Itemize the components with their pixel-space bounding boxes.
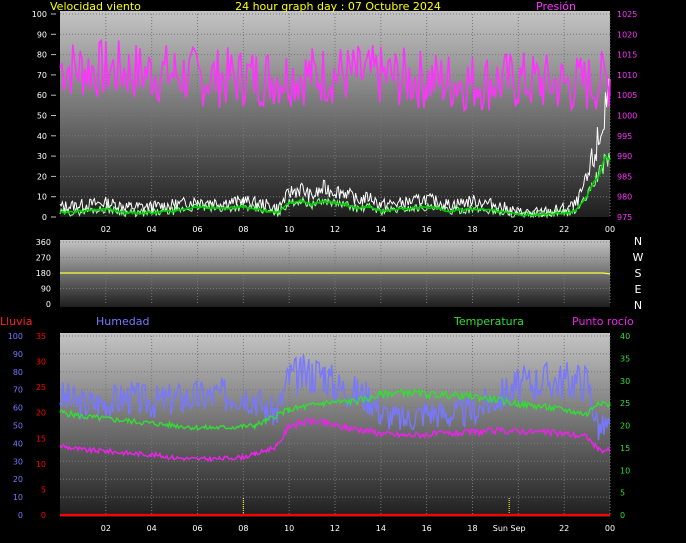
pressure-y-tick: 980 — [617, 193, 632, 202]
temperature-y-tick: 40 — [620, 332, 630, 341]
wind-y-tick: 0 — [42, 213, 47, 222]
temperature-y-tick: 35 — [620, 354, 630, 363]
wind-y-tick: 30 — [37, 152, 47, 161]
climate-x-tick: 22 — [559, 524, 569, 533]
wind-x-tick: 18 — [467, 225, 477, 234]
climate-x-tick: 14 — [376, 524, 386, 533]
wind-x-tick: 08 — [238, 225, 248, 234]
humidity-y-tick: 100 — [8, 332, 23, 341]
wind-x-tick: 00 — [605, 225, 615, 234]
climate-x-tick: 08 — [238, 524, 248, 533]
pressure-y-tick: 1000 — [617, 112, 637, 121]
humidity-y-tick: 30 — [13, 457, 23, 466]
compass-w: W — [633, 251, 644, 264]
climate-x-tick: 16 — [422, 524, 432, 533]
humidity-y-tick: 50 — [13, 422, 23, 431]
climate-x-tick: 04 — [147, 524, 157, 533]
wind-y-tick: 10 — [37, 193, 47, 202]
wind-speed-label: Velocidad viento — [50, 0, 141, 13]
wind-y-tick: 40 — [37, 132, 47, 141]
pressure-y-tick: 1005 — [617, 91, 637, 100]
wind-y-tick: 50 — [37, 112, 47, 121]
rain-label: Lluvia — [0, 315, 32, 328]
wind-x-tick: 14 — [376, 225, 386, 234]
temperature-y-tick: 15 — [620, 444, 630, 453]
direction-y-tick: 0 — [46, 300, 51, 309]
direction-y-tick: 180 — [36, 269, 51, 278]
wind-x-tick: 12 — [330, 225, 340, 234]
pressure-y-tick: 1020 — [617, 30, 637, 39]
wind-x-tick: 02 — [101, 225, 111, 234]
rain-y-tick: 35 — [36, 332, 46, 341]
humidity-y-tick: 0 — [18, 511, 23, 520]
pressure-y-tick: 985 — [617, 172, 632, 181]
temperature-y-tick: 10 — [620, 466, 630, 475]
temperature-y-tick: 20 — [620, 422, 630, 431]
rain-y-tick: 15 — [36, 434, 46, 443]
humidity-y-tick: 10 — [13, 493, 23, 502]
rain-y-tick: 0 — [41, 511, 46, 520]
pressure-y-tick: 995 — [617, 132, 632, 141]
chart-title: 24 hour graph day : 07 Octubre 2024 — [235, 0, 441, 13]
pressure-y-tick: 975 — [617, 213, 632, 222]
rain-y-tick: 5 — [41, 485, 46, 494]
wind-x-tick: 04 — [147, 225, 157, 234]
wind-x-tick: 20 — [513, 225, 523, 234]
temperature-label: Temperatura — [453, 315, 524, 328]
dewpoint-label: Punto rocío — [572, 315, 634, 328]
humidity-y-tick: 90 — [13, 350, 23, 359]
pressure-label: Presión — [536, 0, 576, 13]
rain-y-tick: 10 — [36, 460, 46, 469]
pressure-y-tick: 1010 — [617, 71, 637, 80]
climate-x-tick: 00 — [605, 524, 615, 533]
humidity-y-tick: 80 — [13, 368, 23, 377]
direction-y-tick: 360 — [36, 238, 51, 247]
compass-n-top: N — [634, 235, 642, 248]
climate-x-tick: 06 — [192, 524, 202, 533]
climate-x-tick: 02 — [101, 524, 111, 533]
temperature-y-tick: 30 — [620, 377, 630, 386]
wind-x-tick: 16 — [422, 225, 432, 234]
direction-y-tick: 90 — [41, 285, 51, 294]
climate-x-tick: 18 — [467, 524, 477, 533]
humidity-y-tick: 60 — [13, 404, 23, 413]
humidity-y-tick: 70 — [13, 386, 23, 395]
rain-y-tick: 30 — [36, 358, 46, 367]
pressure-y-tick: 1015 — [617, 51, 637, 60]
temperature-y-tick: 5 — [620, 489, 625, 498]
humidity-y-tick: 20 — [13, 475, 23, 484]
compass-s: S — [635, 267, 642, 280]
rain-y-tick: 20 — [36, 409, 46, 418]
wind-y-tick: 90 — [37, 30, 47, 39]
temperature-y-tick: 0 — [620, 511, 625, 520]
compass-n-bottom: N — [634, 299, 642, 312]
wind-y-tick: 60 — [37, 91, 47, 100]
humidity-y-tick: 40 — [13, 439, 23, 448]
pressure-y-tick: 1025 — [617, 10, 637, 19]
temperature-y-tick: 25 — [620, 399, 630, 408]
humidity-label: Humedad — [96, 315, 149, 328]
wind-y-tick: 20 — [37, 172, 47, 181]
compass-e: E — [635, 283, 642, 296]
wind-y-tick: 100 — [32, 10, 47, 19]
day-change-annotation: Sun Sep — [493, 524, 526, 533]
climate-x-tick: 10 — [284, 524, 294, 533]
wind-y-tick: 70 — [37, 71, 47, 80]
wind-x-tick: 10 — [284, 225, 294, 234]
direction-y-tick: 270 — [36, 254, 51, 263]
weather-graph-window: Velocidad viento 24 hour graph day : 07 … — [0, 0, 686, 543]
climate-x-tick: 12 — [330, 524, 340, 533]
pressure-y-tick: 990 — [617, 152, 632, 161]
wind-x-tick: 22 — [559, 225, 569, 234]
weather-chart-canvas: Velocidad viento 24 hour graph day : 07 … — [0, 0, 644, 533]
wind-x-tick: 06 — [192, 225, 202, 234]
rain-y-tick: 25 — [36, 383, 46, 392]
wind-y-tick: 80 — [37, 51, 47, 60]
